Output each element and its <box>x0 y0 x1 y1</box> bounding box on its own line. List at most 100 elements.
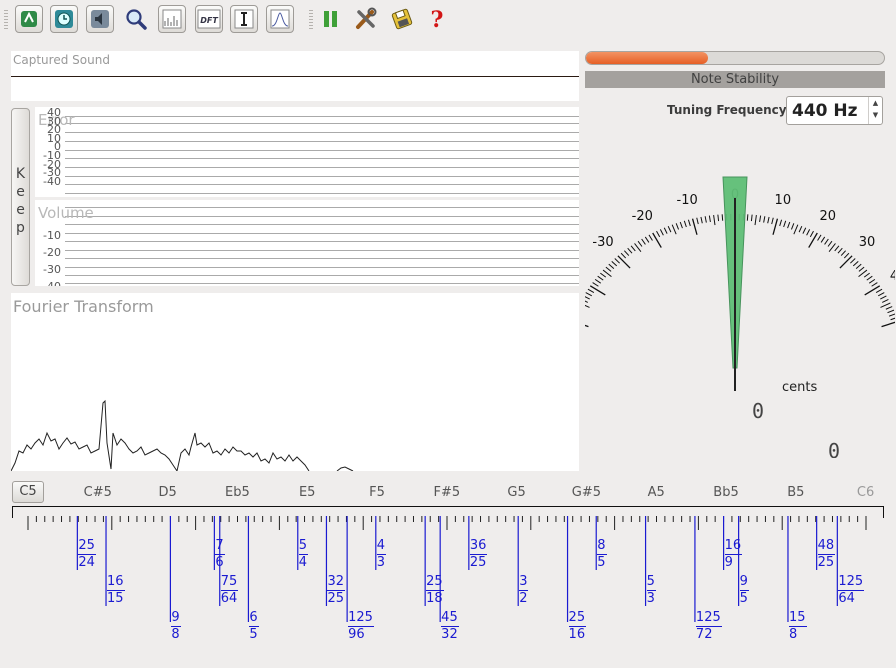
gauge-tick <box>802 227 807 234</box>
interval-ratio: 16 9 <box>724 538 743 571</box>
ratio-numerator: 5 <box>646 574 656 591</box>
note-label[interactable]: C6 <box>857 485 874 500</box>
interval-ratio: 25 24 <box>78 538 96 571</box>
toolbar-grip[interactable] <box>4 10 8 30</box>
interval-ratio: 98 <box>171 610 181 643</box>
note-label[interactable]: G5 <box>507 485 525 500</box>
ratio-denominator: 3 <box>376 555 386 570</box>
note-label[interactable]: F#5 <box>433 485 460 500</box>
ratio-numerator: 16 <box>724 538 743 555</box>
sound-button[interactable] <box>86 5 114 33</box>
gauge-tick <box>608 263 615 269</box>
tools-icon <box>356 7 377 29</box>
gauge-tick <box>679 221 683 229</box>
gauge-tick <box>630 245 636 252</box>
ratio-denominator: 5 <box>597 555 606 570</box>
gauge-tick <box>717 214 720 222</box>
ratio-denominator: 3 <box>646 591 655 606</box>
pause-button[interactable] <box>316 5 344 33</box>
stability-bar <box>585 51 885 65</box>
note-label[interactable]: Bb5 <box>713 485 738 500</box>
interval-ratio: 25 18 <box>426 574 444 607</box>
captured-sound-label: Captured Sound <box>13 53 110 67</box>
cursor-button[interactable] <box>230 5 258 33</box>
note-label[interactable]: Eb5 <box>225 485 250 500</box>
note-label[interactable]: B5 <box>787 485 804 500</box>
ratio-numerator: 5 <box>298 538 309 555</box>
tuning-frequency-spinbox[interactable]: 440 Hz ▲ ▼ <box>786 96 883 125</box>
gauge-tick <box>754 214 757 226</box>
note-label[interactable]: G#5 <box>572 485 601 500</box>
gauge-tick <box>592 282 599 287</box>
gauge-tick <box>880 302 891 308</box>
gauge-tick <box>809 230 814 238</box>
interval-ratio: 53 <box>646 574 656 607</box>
interval-ratio: 125 96 <box>348 610 374 643</box>
ratio-numerator: 7 <box>215 538 225 555</box>
note-label[interactable]: C#5 <box>84 485 112 500</box>
gauge-tick <box>843 252 850 259</box>
spectrum-icon <box>162 9 182 29</box>
gauge-tick <box>793 224 799 235</box>
spectrum-plot <box>11 399 354 471</box>
volume-tick: -20 <box>43 246 61 259</box>
peak-button[interactable] <box>266 5 294 33</box>
settings-button[interactable] <box>352 5 380 33</box>
spin-down-icon[interactable]: ▼ <box>869 109 882 121</box>
ratio-denominator: 15 <box>107 591 124 606</box>
interval-ratio: 48 25 <box>817 538 836 571</box>
gauge-tick <box>875 288 883 294</box>
gauge-tick <box>627 247 633 254</box>
ratio-numerator: 25 <box>78 538 96 555</box>
volume-panel: Volume -10 -20 -30 -40 <box>35 200 579 286</box>
volume-tick: -40 <box>38 278 61 286</box>
keep-button[interactable]: K e e p <box>11 108 30 286</box>
toolbar-grip[interactable] <box>309 10 313 30</box>
save-button[interactable] <box>388 5 416 33</box>
ratio-numerator: 16 <box>107 574 125 591</box>
ratio-numerator: 45 <box>441 610 459 627</box>
interval-ratio: 75 64 <box>220 574 239 607</box>
ratio-denominator: 25 <box>469 555 487 570</box>
gauge-tick <box>585 292 593 297</box>
help-icon: ? <box>431 7 444 31</box>
gauge-tick <box>663 227 668 234</box>
notes-bar: C#5 D5 Eb5 E5 F5 F#5 G5 G#5 A5 Bb5 B5 C6 <box>0 478 896 504</box>
interval-ruler <box>12 506 884 622</box>
clock-icon <box>55 10 73 28</box>
help-button[interactable]: ? <box>423 5 451 33</box>
note-label[interactable]: E5 <box>299 485 316 500</box>
gauge-tick <box>713 214 716 226</box>
note-label[interactable]: A5 <box>648 485 665 500</box>
note-label[interactable]: D5 <box>158 485 176 500</box>
gauge-tick <box>763 216 766 223</box>
dft-button[interactable]: DFT <box>195 5 223 33</box>
gauge-tick <box>824 238 829 245</box>
interval-ratio: 16 15 <box>107 574 125 607</box>
ratio-numerator: 75 <box>220 574 239 591</box>
new-session-button[interactable] <box>15 5 43 33</box>
gauge-tick <box>880 295 887 300</box>
gauge-tick <box>648 234 653 241</box>
ratio-numerator: 32 <box>327 574 345 591</box>
zoom-button[interactable] <box>122 5 150 33</box>
spectrum-button[interactable] <box>158 5 186 33</box>
gauge-tick <box>779 219 783 227</box>
gauge-tick <box>820 236 826 243</box>
gauge-tick <box>767 216 770 224</box>
ratio-denominator: 9 <box>724 555 733 570</box>
gauge-tick <box>614 258 620 264</box>
spin-buttons[interactable]: ▲ ▼ <box>868 97 882 124</box>
interval-ratio: 85 <box>597 538 607 571</box>
gauge-tick <box>798 225 803 233</box>
ratio-numerator: 25 <box>568 610 587 627</box>
history-button[interactable] <box>50 5 78 33</box>
gauge-tick <box>858 266 865 272</box>
spin-up-icon[interactable]: ▲ <box>869 97 882 109</box>
second-readout: 0 <box>828 439 840 458</box>
gauge-tick <box>772 218 779 235</box>
gauge-tick <box>806 229 811 236</box>
ratio-numerator: 6 <box>249 610 259 627</box>
error-grid <box>65 116 579 194</box>
note-label[interactable]: F5 <box>369 485 385 500</box>
